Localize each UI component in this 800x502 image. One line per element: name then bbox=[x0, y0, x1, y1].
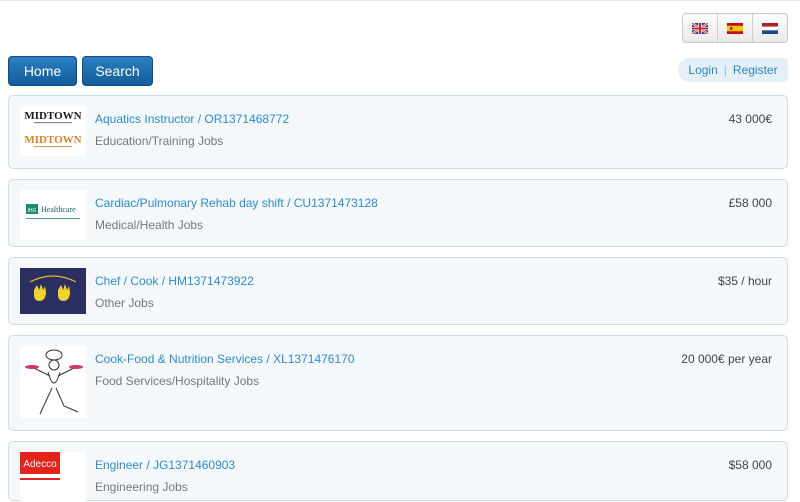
login-link[interactable]: Login bbox=[688, 63, 717, 77]
company-logo-text: MIDTOWN bbox=[24, 110, 81, 122]
company-logo-text: Healthcare bbox=[41, 205, 76, 214]
company-logo-text-alt: MIDTOWN bbox=[24, 134, 81, 146]
language-dutch-button[interactable] bbox=[753, 14, 787, 42]
job-salary: 20 000€ per year bbox=[681, 352, 772, 366]
job-listing[interactable]: MIDTOWN MIDTOWN Aquatics Instructor / OR… bbox=[8, 95, 788, 169]
auth-bar: Login | Register bbox=[678, 58, 788, 82]
language-spanish-button[interactable] bbox=[718, 14, 753, 42]
job-category: Other Jobs bbox=[95, 296, 154, 310]
job-category: Education/Training Jobs bbox=[95, 134, 224, 148]
search-button[interactable]: Search bbox=[82, 56, 153, 86]
company-logo: Adecco bbox=[20, 452, 86, 502]
job-title-link[interactable]: Chef / Cook / HM1371473922 bbox=[95, 274, 254, 288]
language-switcher bbox=[682, 13, 788, 43]
netherlands-flag-icon bbox=[762, 22, 778, 34]
job-category: Food Services/Hospitality Jobs bbox=[95, 374, 260, 388]
language-english-button[interactable] bbox=[683, 14, 718, 42]
job-listing[interactable]: IHG Healthcare Cardiac/Pulmonary Rehab d… bbox=[8, 179, 788, 247]
job-listing[interactable]: Cook-Food & Nutrition Services / XL13714… bbox=[8, 335, 788, 431]
home-button[interactable]: Home bbox=[8, 56, 77, 86]
company-logo-text: Adecco bbox=[23, 459, 57, 470]
job-listing[interactable]: Chef / Cook / HM1371473922 Other Jobs $3… bbox=[8, 257, 788, 325]
company-logo: MIDTOWN MIDTOWN bbox=[20, 106, 86, 156]
job-category: Engineering Jobs bbox=[95, 480, 188, 494]
uk-flag-icon bbox=[692, 22, 708, 34]
spain-flag-icon bbox=[727, 22, 743, 34]
auth-separator: | bbox=[723, 63, 727, 77]
job-title-link[interactable]: Aquatics Instructor / OR1371468772 bbox=[95, 112, 289, 126]
job-listing[interactable]: Adecco Engineer / JG1371460903 Engineeri… bbox=[8, 441, 788, 502]
company-logo bbox=[20, 346, 86, 418]
top-divider bbox=[0, 0, 800, 1]
job-category: Medical/Health Jobs bbox=[95, 218, 204, 232]
register-link[interactable]: Register bbox=[733, 63, 778, 77]
company-logo: IHG Healthcare bbox=[20, 190, 86, 240]
job-title-link[interactable]: Cardiac/Pulmonary Rehab day shift / CU13… bbox=[95, 196, 378, 210]
job-salary: £58 000 bbox=[728, 196, 772, 210]
job-salary: $58 000 bbox=[728, 458, 772, 472]
job-salary: $35 / hour bbox=[717, 274, 772, 288]
svg-text:IHG: IHG bbox=[28, 208, 37, 214]
job-title-link[interactable]: Cook-Food & Nutrition Services / XL13714… bbox=[95, 352, 354, 366]
job-salary: 43 000€ bbox=[728, 112, 772, 126]
company-logo bbox=[20, 268, 86, 314]
job-title-link[interactable]: Engineer / JG1371460903 bbox=[95, 458, 235, 472]
